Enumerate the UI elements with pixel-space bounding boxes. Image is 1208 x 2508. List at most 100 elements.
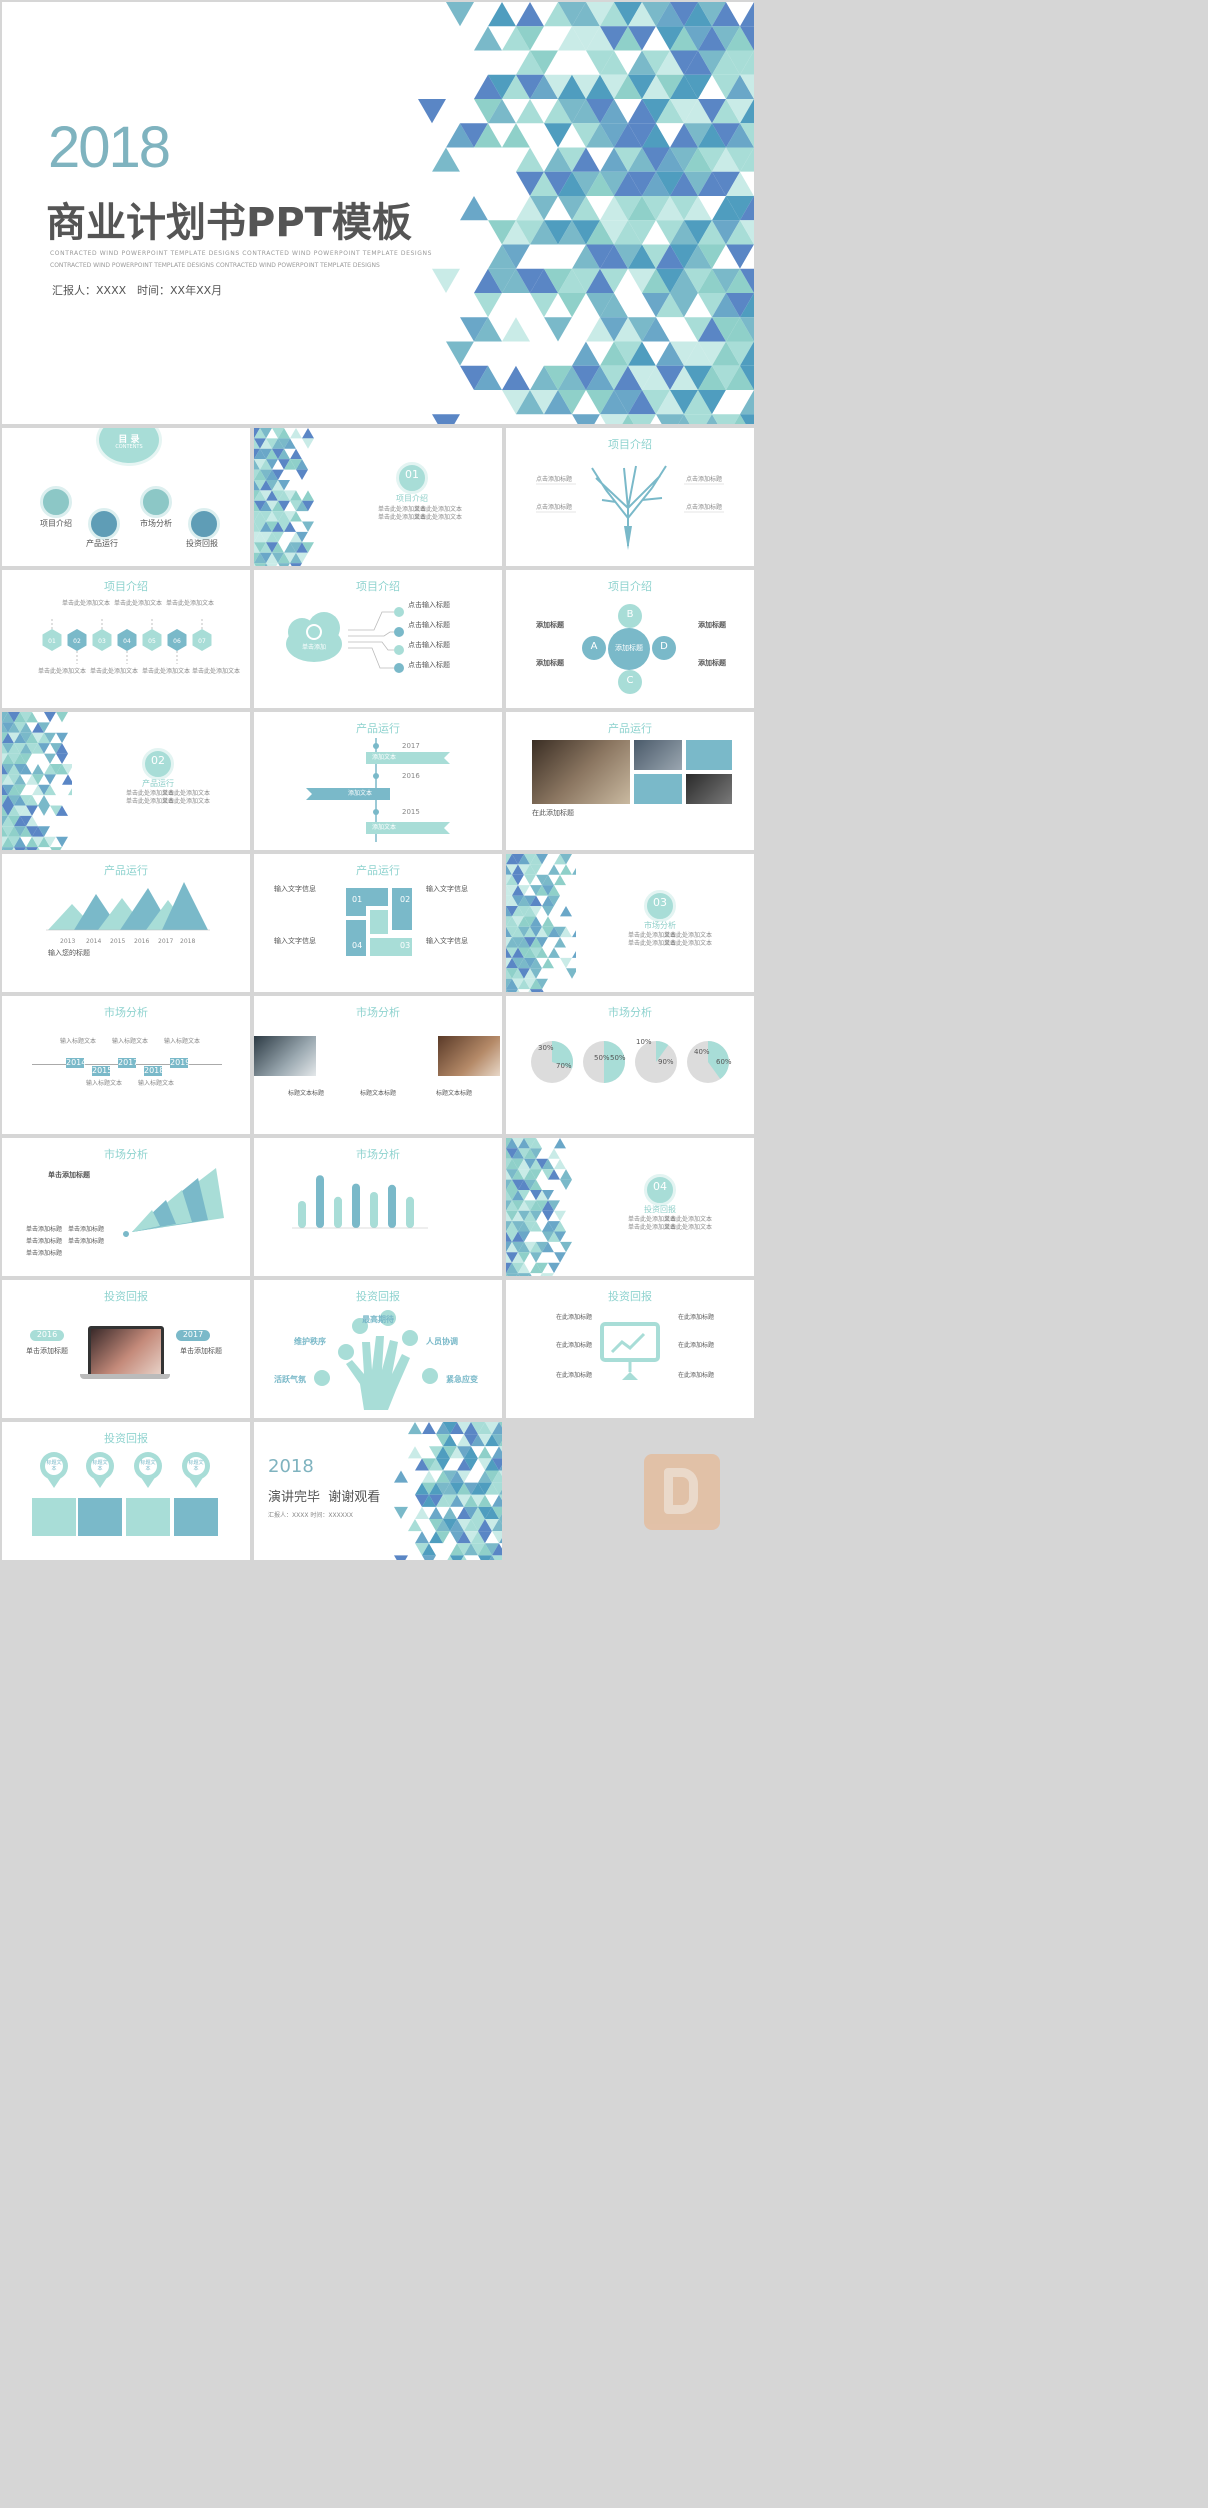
mosaic-triangle: [415, 1506, 429, 1519]
section-03-num: 03: [653, 896, 667, 909]
mosaic-triangle: [548, 864, 560, 875]
pics-slide: 市场分析 标题文本标题 标题文本标题 标题文本标题: [254, 996, 502, 1134]
pie-4-b: 60%: [716, 1058, 732, 1066]
pics-head-1: 标题文本标题: [288, 1090, 325, 1097]
mosaic-triangle: [558, 292, 586, 318]
toc-icon-1[interactable]: [40, 486, 72, 518]
toc-icon-2[interactable]: [88, 508, 120, 540]
mosaic-triangle: [68, 788, 72, 796]
mosaic-triangle: [394, 1470, 408, 1483]
cloud-graphic: [286, 607, 404, 673]
toc-icon-4[interactable]: [188, 508, 220, 540]
mountain-year-3: 2015: [110, 938, 126, 945]
mosaic-triangle: [44, 753, 56, 764]
year-label-2: 输入标题文本: [112, 1038, 149, 1045]
mosaic-triangle: [290, 448, 302, 460]
mountain-year-2: 2014: [86, 938, 102, 945]
hex-text-3: 单击此处添加文本: [166, 600, 215, 607]
teal-block-1: [686, 740, 732, 770]
mosaic-triangle: [502, 123, 530, 148]
timeline-slide: 产品运行 2017 2016 2015 添加文本 添加文本 添加文本: [254, 712, 502, 850]
section-02-num: 02: [151, 754, 165, 767]
mosaic-triangle: [44, 774, 56, 785]
mosaic-triangle: [560, 1241, 572, 1253]
pics-head-3: 标题文本标题: [436, 1090, 473, 1097]
timeline-label-2: 添加文本: [348, 790, 373, 797]
toc-item-3[interactable]: 市场分析: [140, 518, 172, 529]
section-03-title: 市场分析: [644, 921, 676, 930]
writing-photo: [254, 1036, 316, 1076]
laptop-base: [80, 1374, 170, 1379]
toc-icon-3[interactable]: [140, 486, 172, 518]
pies-slide: 市场分析 30% 70% 50% 50% 10% 90% 40% 60%: [506, 996, 754, 1134]
laptop-slide: 投资回报 2016 2017 单击添加标题 单击添加标题: [2, 1280, 250, 1418]
year-label-5: 输入标题文本: [138, 1080, 175, 1087]
abcd-letter-c: C: [626, 675, 634, 686]
bar: [352, 1183, 360, 1228]
year-tag-5: 2019: [170, 1058, 191, 1068]
hex-text-4: 单击此处添加文本: [38, 668, 87, 675]
section-02-line-2: 单击此处添加文本: [162, 790, 211, 797]
toc-item-2[interactable]: 产品运行: [86, 538, 118, 549]
bar-chart: [292, 1175, 428, 1229]
abcd-head-3: 添加标题: [698, 621, 726, 629]
mosaic-triangle: [278, 563, 290, 566]
section-02-slide: 02 产品运行 单击此处添加文本 单击此处添加文本 单击此处添加文本 单击此处添…: [2, 712, 250, 850]
board-head-6: 在此添加标题: [678, 1372, 715, 1379]
mosaic-triangle: [542, 1210, 554, 1222]
laptop-head-right: 单击添加标题: [180, 1347, 222, 1355]
toc-slide: 目 录 CONTENTS 项目介绍 产品运行 市场分析 投资回报: [2, 428, 250, 566]
section-01-title: 项目介绍: [396, 494, 428, 503]
section-03-line-4: 单击此处添加文本: [664, 940, 713, 947]
section-01-line-2: 单击此处添加文本: [414, 506, 463, 513]
teal-block-2: [634, 774, 682, 804]
mosaic-triangle: [432, 147, 460, 172]
hex-text-2: 单击此处添加文本: [114, 600, 163, 607]
mosaic-triangle: [530, 244, 558, 269]
section-01-mosaic: [254, 428, 314, 566]
toc-item-1[interactable]: 项目介绍: [40, 518, 72, 529]
pie-2-b: 50%: [610, 1054, 626, 1062]
toc-item-4[interactable]: 投资回报: [186, 538, 218, 549]
timeline-year-1: 2017: [402, 742, 420, 750]
section-02-mosaic: [2, 712, 72, 850]
section-01-slide: 01 项目介绍 单击此处添加文本 单击此处添加文本 单击此处添加文本 单击此处添…: [254, 428, 502, 566]
mosaic-triangle: [302, 490, 314, 501]
puzzle-num-3: 04: [352, 941, 363, 950]
coffee-photo: [438, 1036, 500, 1076]
year-label-4: 输入标题文本: [86, 1080, 123, 1087]
laptop-screen: [88, 1326, 164, 1378]
timeline-label-3: 添加文本: [372, 824, 397, 831]
mosaic-triangle: [302, 521, 314, 532]
tree-graphic: [536, 465, 724, 550]
tree-slide: 项目介绍 点击添加标题 点击添加标题 点击添加标题 点击添加标题: [506, 428, 754, 566]
mosaic-triangle: [460, 195, 488, 221]
watermark-logo: [644, 1454, 720, 1530]
mosaic-triangle: [296, 469, 308, 480]
cover-slide: 2018 商业计划书PPT模板 CONTRACTED WIND POWERPOI…: [2, 2, 754, 424]
mosaic-triangle: [14, 847, 26, 850]
mosaic-triangle: [554, 1210, 566, 1222]
section-01-line-4: 单击此处添加文本: [414, 514, 463, 521]
section-02-line-4: 单击此处添加文本: [162, 798, 211, 805]
hex-chain: 01 02 03 04 05 06 07: [42, 618, 212, 664]
year-line-slide: 市场分析 2014 2015 2017 2018 2019 输入标题文本 输入标…: [2, 996, 250, 1134]
tree-label-1: 点击添加标题: [536, 476, 573, 483]
puzzle-head-2: 输入文字信息: [426, 885, 468, 893]
section-04-line-2: 单击此处添加文本: [664, 1216, 713, 1223]
cloud-label: 单击添加: [302, 644, 327, 651]
mosaic-triangle: [524, 874, 536, 886]
mosaic-triangle: [56, 732, 68, 744]
puzzle-num-4: 03: [400, 941, 411, 950]
bar: [316, 1175, 324, 1228]
cloud-head-1: 点击输入标题: [408, 601, 450, 609]
hand-graphic: [314, 1310, 438, 1410]
fan-item-4: 单击添加标题: [68, 1238, 105, 1245]
fan-item-5: 单击添加标题: [26, 1250, 63, 1257]
year-label-3: 输入标题文本: [164, 1038, 201, 1045]
closing-reporter: 汇报人：XXXX 时间：XXXXXX: [268, 1512, 354, 1519]
timeline-year-3: 2015: [402, 808, 420, 816]
year-tag-3: 2017: [118, 1058, 139, 1068]
mosaic-triangle: [542, 957, 554, 969]
hex-node-label: 01: [48, 638, 56, 645]
